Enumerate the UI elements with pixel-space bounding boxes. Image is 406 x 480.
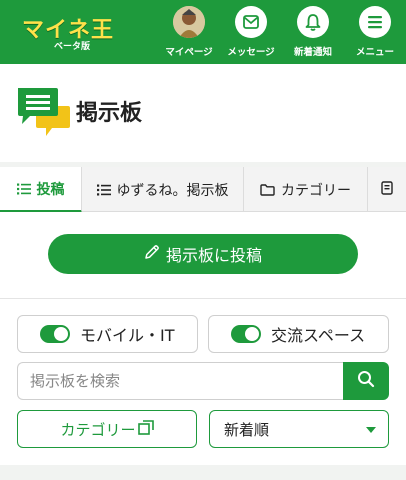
nav-messages-label: メッセージ: [227, 47, 275, 58]
filter-community-space-label: 交流スペース: [271, 326, 366, 345]
logo-beta-label: ベータ版: [54, 42, 91, 52]
bell-icon: [297, 6, 329, 38]
folder-icon: [260, 183, 275, 196]
filter-mobile-it[interactable]: モバイル・IT: [17, 315, 198, 353]
filter-panel: モバイル・IT 交流スペース カテゴリー 新着順: [0, 300, 406, 465]
page-footer-band: [0, 465, 406, 480]
nav-notifications[interactable]: 新着通知: [282, 6, 344, 60]
post-section: 掲示板に投稿: [0, 212, 406, 299]
open-window-icon: [136, 419, 154, 439]
category-button[interactable]: カテゴリー: [17, 410, 197, 448]
search-button[interactable]: [343, 362, 389, 400]
page-heading-area: 掲示板: [0, 64, 406, 162]
sort-select[interactable]: 新着順: [209, 410, 389, 448]
tab-yuzurune-board[interactable]: ゆずるね。掲示板: [82, 167, 244, 212]
tab-yuzurune-label: ゆずるね。掲示板: [116, 182, 229, 199]
filter-mobile-it-label: モバイル・IT: [80, 326, 175, 345]
nav-menu-label: メニュー: [355, 47, 394, 58]
bulletin-board-icon: [16, 86, 72, 138]
site-logo[interactable]: マイネ王 ベータ版: [22, 12, 114, 52]
search-icon: [357, 370, 375, 392]
tab-categories[interactable]: カテゴリー: [244, 167, 368, 212]
tab-posts-label: 投稿: [36, 181, 65, 198]
search-input[interactable]: [17, 362, 344, 400]
tab-posts[interactable]: 投稿: [0, 167, 82, 213]
list-icon: [16, 183, 31, 195]
tab-notebook[interactable]: [368, 167, 406, 212]
caret-down-icon: [366, 427, 376, 433]
list-icon: [96, 184, 111, 196]
nav-messages[interactable]: メッセージ: [220, 6, 282, 60]
new-post-button[interactable]: 掲示板に投稿: [48, 234, 358, 274]
page-title: 掲示板: [76, 101, 143, 126]
tab-bar: 投稿 ゆずるね。掲示板 カテゴリー: [0, 167, 406, 213]
community-space-toggle-switch[interactable]: [231, 325, 261, 343]
sort-selected-value: 新着順: [224, 420, 270, 439]
envelope-icon: [235, 6, 267, 38]
app-header: マイネ王 ベータ版 マイページ メッセージ 新着通知 メニュー: [0, 0, 406, 64]
new-post-label: 掲示板に投稿: [165, 246, 262, 265]
mobile-it-toggle-switch[interactable]: [40, 325, 70, 343]
hamburger-icon: [359, 6, 391, 38]
category-button-label: カテゴリー: [60, 420, 136, 439]
nav-mypage-label: マイページ: [165, 47, 213, 58]
nav-mypage[interactable]: マイページ: [158, 6, 220, 60]
avatar: [173, 6, 205, 38]
nav-notifications-label: 新着通知: [293, 47, 332, 58]
nav-menu[interactable]: メニュー: [344, 6, 406, 60]
pencil-icon: [144, 244, 166, 264]
notebook-icon: [381, 180, 393, 199]
search-bar: [17, 362, 389, 400]
filter-community-space[interactable]: 交流スペース: [208, 315, 389, 353]
tab-categories-label: カテゴリー: [281, 182, 351, 199]
